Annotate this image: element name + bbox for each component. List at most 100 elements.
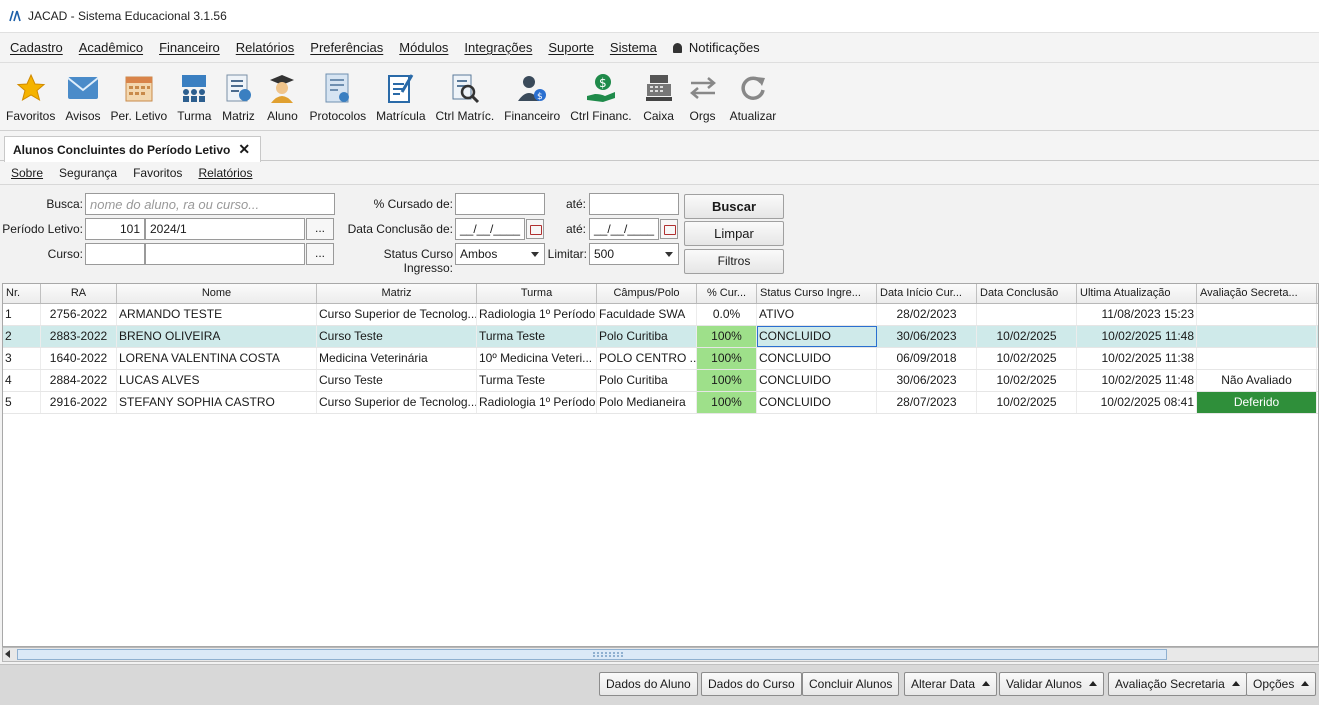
search-input[interactable]: nome do aluno, ra ou curso... (85, 193, 335, 215)
swap-arrows-icon (689, 77, 716, 99)
title-bar: JACAD - Sistema Educacional 3.1.56 (0, 0, 1319, 33)
column-header-nr[interactable]: Nr. (3, 284, 41, 303)
dados-curso-button[interactable]: Dados do Curso (701, 672, 802, 696)
column-header-avaliacao[interactable]: Avaliação Secreta... (1197, 284, 1317, 303)
cell-data-inicio: 28/02/2023 (877, 304, 977, 325)
menu-notificacoes[interactable]: Notificações (672, 40, 760, 55)
cursado-to-input[interactable] (589, 193, 679, 215)
filtros-button[interactable]: Filtros (684, 249, 784, 274)
table-row[interactable]: 2 2883-2022 BRENO OLIVEIRA Curso Teste Turma… (3, 326, 1318, 348)
toolbar-orgs[interactable]: Orgs (686, 71, 720, 123)
periodo-lookup-button[interactable]: ... (306, 218, 334, 240)
menu-academico[interactable]: Acadêmico (79, 40, 143, 55)
toolbar-per-letivo[interactable]: Per. Letivo (111, 71, 167, 123)
toolbar-ctrl-matric[interactable]: Ctrl Matríc. (436, 71, 494, 123)
caret-up-icon (1088, 681, 1097, 686)
cell-nr: 2 (3, 326, 41, 347)
menu-suporte[interactable]: Suporte (548, 40, 594, 55)
cell-pct-cursado: 100% (697, 326, 757, 347)
curso-lookup-button[interactable]: ... (306, 243, 334, 265)
periodo-code-input[interactable]: 101 (85, 218, 145, 240)
conclusao-to-input[interactable]: __/__/____ (589, 218, 659, 240)
calendar-icon[interactable] (660, 219, 678, 239)
cell-avaliacao (1197, 304, 1317, 325)
column-header-nome[interactable]: Nome (117, 284, 317, 303)
conclusao-from-input[interactable]: __/__/____ (455, 218, 525, 240)
toolbar-protocolos[interactable]: Protocolos (309, 71, 366, 123)
column-header-turma[interactable]: Turma (477, 284, 597, 303)
column-header-ultima-atualizacao[interactable]: Ultima Atualização (1077, 284, 1197, 303)
validar-alunos-button[interactable]: Validar Alunos (999, 672, 1104, 696)
cell-avaliacao: Deferido (1197, 392, 1317, 413)
cell-campus: Polo Medianeira (597, 392, 697, 413)
toolbar-matriz[interactable]: Matriz (221, 71, 255, 123)
submenu-favoritos[interactable]: Favoritos (133, 166, 182, 180)
table-row[interactable]: 1 2756-2022 ARMANDO TESTE Curso Superior de… (3, 304, 1318, 326)
curso-code-input[interactable] (85, 243, 145, 265)
table-header: Nr. RA Nome Matriz Turma Câmpus/Polo% Cur... S… (3, 284, 1318, 304)
menu-sistema[interactable]: Sistema (610, 40, 657, 55)
dados-aluno-button[interactable]: Dados do Aluno (599, 672, 698, 696)
menu-bar: Cadastro Acadêmico Financeiro Relatórios… (0, 33, 1319, 63)
alterar-data-button[interactable]: Alterar Data (904, 672, 998, 696)
concluir-alunos-button[interactable]: Concluir Alunos (802, 672, 900, 696)
table-row[interactable]: 3 1640-2022 LORENA VALENTINA COSTA Medicina… (3, 348, 1318, 370)
menu-financeiro[interactable]: Financeiro (159, 40, 220, 55)
table-row[interactable]: 5 2916-2022 STEFANY SOPHIA CASTRO Curso Sup… (3, 392, 1318, 414)
cell-matriz: Curso Superior de Tecnolog... (317, 304, 477, 325)
window-title: JACAD - Sistema Educacional 3.1.56 (28, 9, 227, 23)
toolbar-matricula[interactable]: Matrícula (376, 71, 426, 123)
column-header-campus[interactable]: Câmpus/Polo (597, 284, 697, 303)
bottom-action-bar: Dados do Aluno Dados do Curso Concluir A… (0, 664, 1319, 705)
curso-value-input[interactable] (145, 243, 305, 265)
buscar-button[interactable]: Buscar (684, 194, 784, 219)
cell-nr: 5 (3, 392, 41, 413)
status-select[interactable]: Ambos (455, 243, 545, 265)
close-icon[interactable]: ✕ (238, 141, 250, 158)
limpar-button[interactable]: Limpar (684, 221, 784, 246)
menu-modulos[interactable]: Módulos (399, 40, 448, 55)
avaliacao-secretaria-button[interactable]: Avaliação Secretaria (1108, 672, 1247, 696)
cell-nome: LORENA VALENTINA COSTA (117, 348, 317, 369)
tab-alunos-concluintes[interactable]: Alunos Concluintes do Período Letivo ✕ (4, 136, 262, 162)
cell-pct-cursado: 100% (697, 348, 757, 369)
menu-preferencias[interactable]: Preferências (310, 40, 383, 55)
submenu-relatorios[interactable]: Relatórios (198, 166, 252, 180)
column-header-ra[interactable]: RA (41, 284, 117, 303)
toolbar-caixa[interactable]: Caixa (642, 71, 676, 123)
cursado-from-input[interactable] (455, 193, 545, 215)
toolbar-aluno[interactable]: Aluno (265, 71, 299, 123)
scroll-left-icon[interactable] (5, 650, 10, 658)
scrollbar-thumb[interactable] (17, 649, 1167, 660)
periodo-value-input[interactable]: 2024/1 (145, 218, 305, 240)
column-header-data-inicio[interactable]: Data Início Cur... (877, 284, 977, 303)
cell-status: CONCLUIDO (757, 326, 877, 347)
column-header-data-conclusao[interactable]: Data Conclusão (977, 284, 1077, 303)
toolbar-atualizar[interactable]: Atualizar (730, 71, 776, 123)
filter-panel: Busca: nome do aluno, ra ou curso... Per… (0, 190, 800, 280)
table-row[interactable]: 4 2884-2022 LUCAS ALVES Curso Teste Turma Te… (3, 370, 1318, 392)
menu-cadastro[interactable]: Cadastro (10, 40, 63, 55)
calendar-icon[interactable] (526, 219, 544, 239)
column-header-status[interactable]: Status Curso Ingre... (757, 284, 877, 303)
cell-ultima-atualizacao: 10/02/2025 11:48 (1077, 370, 1197, 391)
toolbar-financeiro[interactable]: $ Financeiro (504, 71, 560, 123)
column-header-pct-cursado[interactable]: % Cur... (697, 284, 757, 303)
submenu-seguranca[interactable]: Segurança (59, 166, 117, 180)
horizontal-scrollbar[interactable] (2, 647, 1319, 662)
toolbar-avisos[interactable]: Avisos (65, 71, 101, 123)
column-header-matriz[interactable]: Matriz (317, 284, 477, 303)
toolbar-ctrl-financ[interactable]: $ Ctrl Financ. (570, 71, 632, 123)
calendar-icon (125, 76, 153, 102)
cell-nr: 1 (3, 304, 41, 325)
limitar-select[interactable]: 500 (589, 243, 679, 265)
finance-icon: $ (518, 76, 547, 102)
menu-relatorios[interactable]: Relatórios (236, 40, 295, 55)
toolbar-turma[interactable]: Turma (177, 71, 211, 123)
menu-integracoes[interactable]: Integrações (464, 40, 532, 55)
periodo-label: Período Letivo: (2, 222, 83, 236)
cell-campus: Polo Curitiba (597, 370, 697, 391)
toolbar-favoritos[interactable]: Favoritos (6, 71, 55, 123)
opcoes-button[interactable]: Opções (1246, 672, 1317, 696)
submenu-sobre[interactable]: Sobre (11, 166, 43, 180)
